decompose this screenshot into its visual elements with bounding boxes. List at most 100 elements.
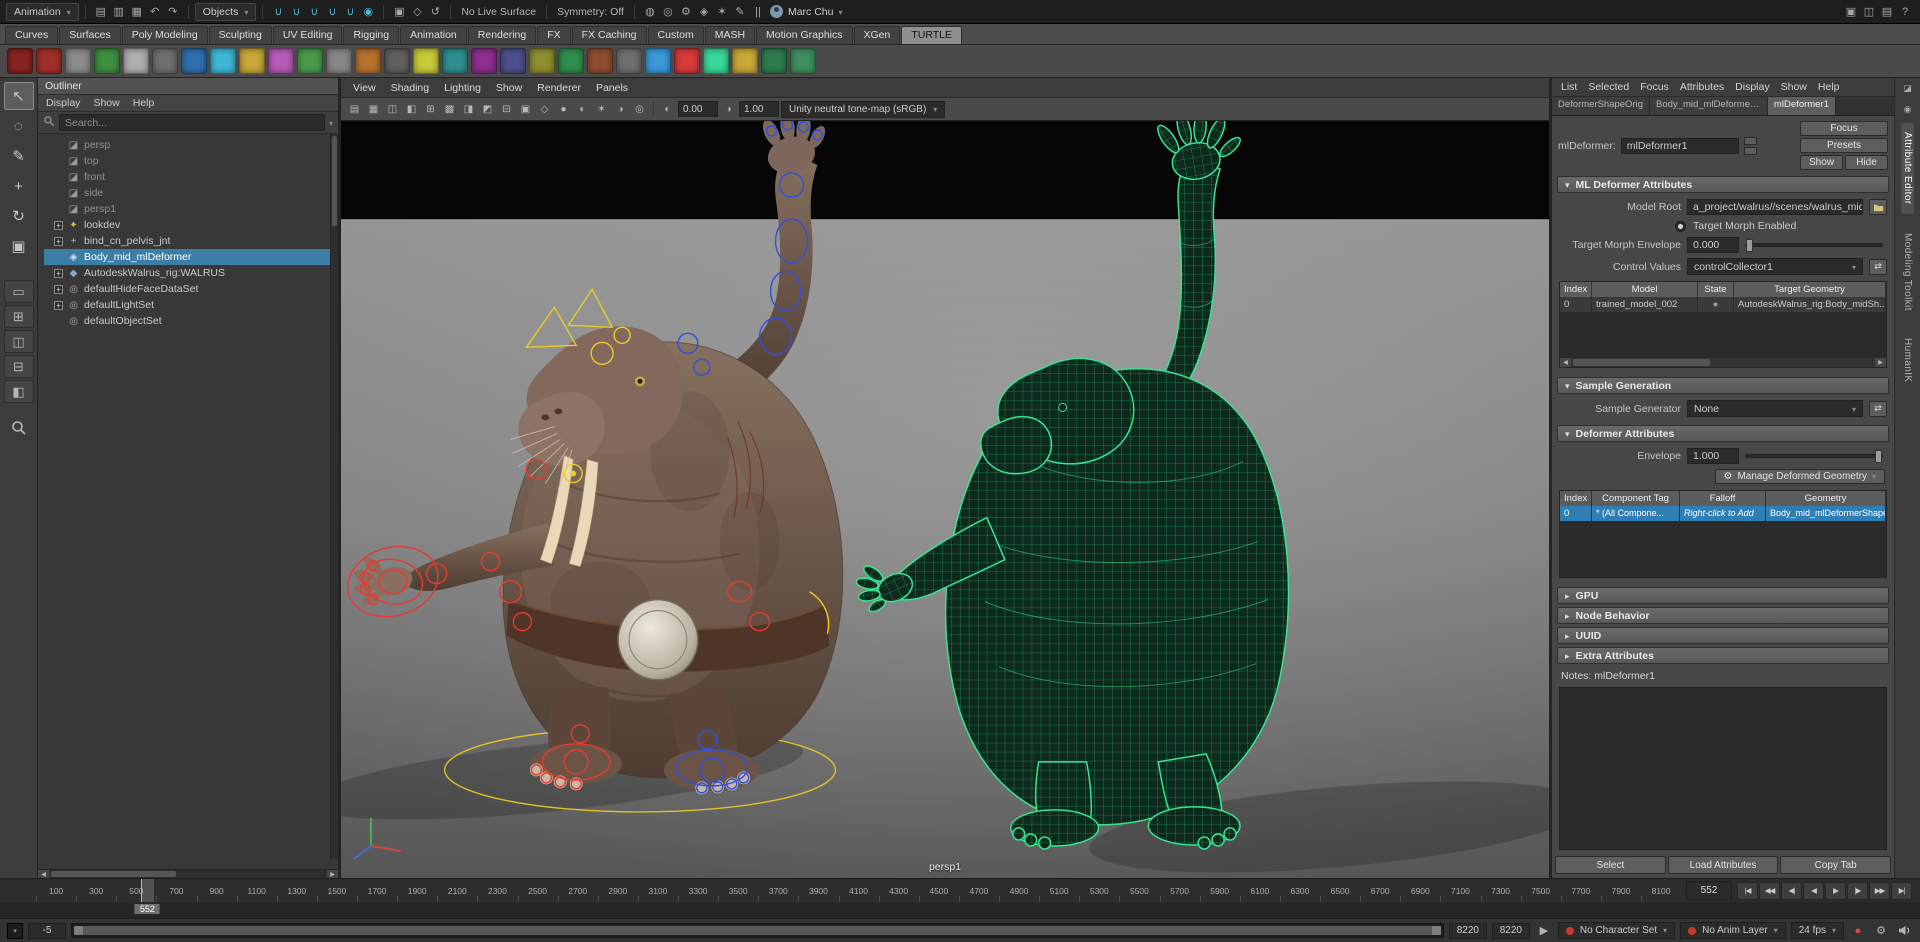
target-morph-envelope-field[interactable]: 0.000 xyxy=(1687,237,1739,253)
node-name-field[interactable]: mlDeformer1 xyxy=(1621,138,1739,154)
time-tick[interactable]: 5500 xyxy=(1119,879,1159,902)
selection-mask-selector[interactable]: Objects xyxy=(195,3,257,21)
range-end-field[interactable]: 8220 xyxy=(1449,923,1487,939)
time-tick[interactable]: 5700 xyxy=(1160,879,1200,902)
time-tick[interactable]: 6900 xyxy=(1400,879,1440,902)
target-morph-envelope-slider[interactable] xyxy=(1745,243,1883,247)
new-scene-icon[interactable]: ▤ xyxy=(92,3,110,21)
shelf-tab[interactable]: Sculpting xyxy=(209,26,272,44)
time-tick[interactable]: 3700 xyxy=(758,879,798,902)
outliner-menu-item[interactable]: Show xyxy=(93,97,119,109)
shelf-tool[interactable] xyxy=(703,48,729,74)
play-backwards-button[interactable]: ◀ xyxy=(1803,882,1824,900)
time-tick[interactable]: 1700 xyxy=(357,879,397,902)
scroll-right-icon[interactable]: ▶ xyxy=(1875,358,1886,367)
shelf-tool[interactable] xyxy=(413,48,439,74)
sidebar-tab[interactable]: Attribute Editor xyxy=(1901,123,1914,214)
workspace-icon[interactable]: ▣ xyxy=(1842,3,1860,21)
select-tool[interactable]: ↖ xyxy=(4,82,34,110)
swap-output-icon[interactable] xyxy=(1744,147,1757,155)
time-tick[interactable]: 2500 xyxy=(518,879,558,902)
time-tick[interactable]: 5900 xyxy=(1200,879,1240,902)
snap-to-projected-center-icon[interactable]: ∪ xyxy=(323,3,341,21)
outliner-menu-item[interactable]: Help xyxy=(133,97,155,109)
outputs-icon[interactable]: ◇ xyxy=(408,3,426,21)
table-horizontal-scrollbar[interactable]: ◀ ▶ xyxy=(1560,358,1886,367)
outliner-node-row[interactable]: ◎ defaultLightSet xyxy=(44,297,330,313)
time-tick[interactable]: 1100 xyxy=(237,879,277,902)
single-pane-layout-button[interactable]: ▭ xyxy=(4,280,34,303)
shelf-tool[interactable] xyxy=(674,48,700,74)
four-pane-layout-button[interactable]: ⊞ xyxy=(4,305,34,328)
redo-icon[interactable]: ↷ xyxy=(164,3,182,21)
viewport-scene[interactable]: persp1 xyxy=(341,121,1549,878)
viewport-menu-item[interactable]: View xyxy=(353,82,376,94)
scrollbar-thumb[interactable] xyxy=(1573,359,1710,366)
model-root-field[interactable]: a_project/walrus//scenes/walrus_mid_data xyxy=(1687,199,1863,215)
current-frame-marker[interactable] xyxy=(141,879,154,902)
outliner-vertical-scrollbar[interactable] xyxy=(330,134,338,859)
manage-deformed-geometry-button[interactable]: ⚙ Manage Deformed Geometry xyxy=(1715,469,1886,484)
snap-to-curve-icon[interactable]: ∪ xyxy=(287,3,305,21)
footer-button[interactable]: Load Attributes xyxy=(1668,856,1779,874)
scroll-right-icon[interactable]: ▶ xyxy=(327,870,338,878)
shelf-tool[interactable] xyxy=(790,48,816,74)
playblast-icon[interactable]: ▶ xyxy=(1535,922,1553,940)
sidebar-tab[interactable]: HumanIK xyxy=(1901,329,1914,392)
outliner-node-row[interactable]: ◪ top xyxy=(44,153,330,169)
time-tick[interactable]: 7900 xyxy=(1601,879,1641,902)
expand-icon[interactable] xyxy=(54,301,63,310)
hide-button[interactable]: Hide xyxy=(1845,155,1888,170)
shelf-tab[interactable]: Animation xyxy=(400,26,467,44)
rotate-tool[interactable]: ↻ xyxy=(4,202,34,230)
shelf-tab[interactable]: TURTLE xyxy=(901,26,962,44)
exposure-icon[interactable]: ◐ xyxy=(659,101,676,118)
time-ruler-track[interactable]: 552 100300500700900110013001500170019002… xyxy=(36,879,1681,902)
make-live-icon[interactable]: ◉ xyxy=(359,3,377,21)
time-tick[interactable]: 7100 xyxy=(1440,879,1480,902)
envelope-field[interactable]: 1.000 xyxy=(1687,448,1739,464)
time-tick[interactable]: 300 xyxy=(76,879,116,902)
camera-attributes-icon[interactable]: ▦ xyxy=(365,101,382,118)
image-plane-icon[interactable]: ◧ xyxy=(403,101,420,118)
expand-icon[interactable] xyxy=(54,221,63,230)
time-tick[interactable]: 5100 xyxy=(1039,879,1079,902)
scale-tool[interactable]: ▣ xyxy=(4,232,34,260)
inputs-icon[interactable]: ▣ xyxy=(390,3,408,21)
node-tab[interactable]: Body_mid_mlDeformerShapeOrig1 xyxy=(1650,97,1768,115)
lock-camera-icon[interactable]: ▤ xyxy=(346,101,363,118)
time-tick[interactable]: 3500 xyxy=(718,879,758,902)
help-icon[interactable]: ? xyxy=(1896,3,1914,21)
time-tick[interactable]: 4900 xyxy=(999,879,1039,902)
snap-to-view-plane-icon[interactable]: ∪ xyxy=(341,3,359,21)
outliner-node-row[interactable]: ◪ front xyxy=(44,169,330,185)
section-header-sample-generation[interactable]: Sample Generation xyxy=(1557,377,1889,394)
outliner-node-row[interactable]: ✦ lookdev xyxy=(44,217,330,233)
grid-icon[interactable]: ▩ xyxy=(441,101,458,118)
step-forward-key-button[interactable]: ▶▶ xyxy=(1869,882,1890,900)
outliner-node-row[interactable]: ◪ persp xyxy=(44,137,330,153)
shelf-tool[interactable] xyxy=(123,48,149,74)
node-tab[interactable]: mlDeformer1 xyxy=(1768,97,1836,115)
lasso-select-tool[interactable]: ◌ xyxy=(4,112,34,140)
tonemap-selector[interactable]: Unity neutral tone-map (sRGB) xyxy=(781,101,945,118)
outliner-persp-layout-button[interactable]: ◧ xyxy=(4,380,34,403)
show-button[interactable]: Show xyxy=(1800,155,1843,170)
dock-icon[interactable]: ◪ xyxy=(1900,81,1916,95)
paint-select-tool[interactable]: ✎ xyxy=(4,142,34,170)
outliner-menu-item[interactable]: Display xyxy=(46,97,80,109)
outliner-node-row[interactable]: ◎ defaultHideFaceDataSet xyxy=(44,281,330,297)
range-start-handle[interactable] xyxy=(74,926,83,935)
time-tick[interactable]: 5300 xyxy=(1079,879,1119,902)
render-icon[interactable]: ◍ xyxy=(641,3,659,21)
time-tick[interactable]: 8100 xyxy=(1641,879,1681,902)
snap-to-point-icon[interactable]: ∪ xyxy=(305,3,323,21)
resolution-gate-icon[interactable]: ◩ xyxy=(479,101,496,118)
ipr-render-icon[interactable]: ◎ xyxy=(659,3,677,21)
table-row[interactable]: 0 trained_model_002 ● AutodeskWalrus_rig… xyxy=(1560,297,1886,312)
mute-speaker-icon[interactable] xyxy=(1895,922,1913,940)
shelf-tab[interactable]: Rigging xyxy=(343,26,399,44)
shelf-tool[interactable] xyxy=(587,48,613,74)
go-to-end-button[interactable]: ▶| xyxy=(1891,882,1912,900)
section-header-ml-deformer[interactable]: ML Deformer Attributes xyxy=(1557,176,1889,193)
